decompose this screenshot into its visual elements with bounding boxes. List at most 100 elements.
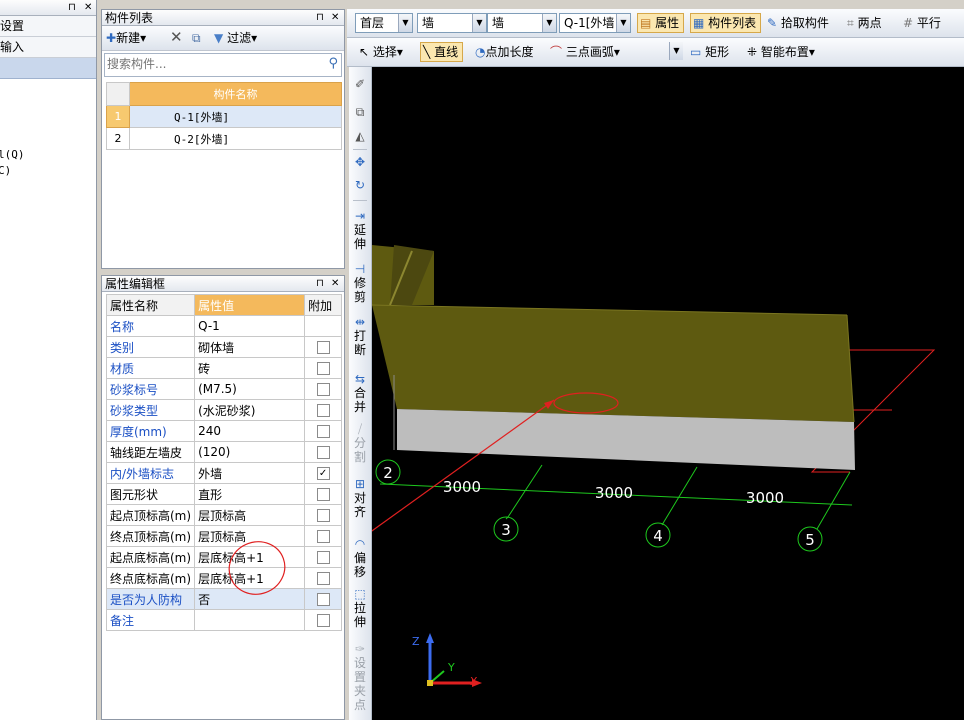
break-button[interactable]: ⇹ 打断 [349,315,371,357]
split-button[interactable]: ⧸ 分割 [349,422,371,464]
checkbox[interactable] [316,551,330,564]
property-value[interactable]: 层顶标高 [194,504,306,526]
parallel-button[interactable]: # 平行 [903,13,941,33]
type1-select[interactable]: 墙 ▼ [417,13,487,33]
table-row[interactable]: 1 Q-1[外墙] [106,105,342,128]
property-row[interactable]: 厚度(mm) 240 [105,420,342,442]
checkbox[interactable] [316,341,330,354]
floor-select[interactable]: 首层 ▼ [355,13,413,33]
component-list-button[interactable]: ▦ 构件列表 [690,13,762,33]
checkbox[interactable]: ✓ [316,467,330,480]
property-row[interactable]: 类别 砌体墙 [105,336,342,358]
property-row[interactable]: 备注 [105,609,342,631]
checkbox[interactable] [316,446,330,459]
checkbox[interactable] [316,614,330,627]
new-component-button[interactable]: ✚新建▾ [106,28,146,48]
property-row[interactable]: 图元形状 直形 [105,483,342,505]
property-value[interactable]: 240 [194,420,306,442]
property-row[interactable]: 名称 Q-1 [105,315,342,337]
property-row[interactable]: 起点底标高(m) 层底标高+1 [105,546,342,568]
close-icon[interactable]: ✕ [331,276,339,292]
property-row[interactable]: 内/外墙标志 外墙 ✓ [105,462,342,484]
property-name: 砂浆类型 [105,399,196,421]
checkbox[interactable] [316,425,330,438]
tree-item-wall[interactable]: l(Q) [0,148,25,161]
extend-button[interactable]: ⇥ 延伸 [349,209,371,251]
rotate-icon[interactable]: ↻ [349,178,371,192]
property-value[interactable]: (水泥砂浆) [194,399,306,421]
line-button[interactable]: ╲ 直线 [420,42,464,62]
pin-icon[interactable]: ⊓ [316,276,324,292]
checkbox[interactable] [316,383,330,396]
property-value[interactable]: (120) [194,441,306,463]
filter-button[interactable]: ▼ 过滤▾ [214,28,257,48]
component-table-header: 构件名称 [106,82,342,106]
mirror-icon[interactable]: ◭ [349,129,371,143]
component-select[interactable]: Q-1[外墙 ▼ [559,13,631,33]
pin-icon[interactable]: ⊓ [68,0,76,16]
col-extra-header: 附加 [304,294,342,316]
left-row-settings[interactable]: 设置 [0,16,96,37]
property-row[interactable]: 轴线距左墙皮 (120) [105,441,342,463]
smart-layout-button[interactable]: ⁜ 智能布置▾ [747,42,815,62]
arc-button[interactable]: ⌒ 三点画弧▾ [550,42,620,62]
type2-select[interactable]: 墙 ▼ [487,13,557,33]
close-icon[interactable]: ✕ [331,10,339,26]
close-icon[interactable]: ✕ [84,0,92,16]
checkbox[interactable] [316,530,330,543]
align-button[interactable]: ⊞ 对齐 [349,477,371,519]
copy-tool-icon[interactable]: ⧉ [349,105,371,119]
pin-icon[interactable]: ⊓ [316,10,324,26]
property-value[interactable]: 砌体墙 [194,336,306,358]
trim-button[interactable]: ⊣ 修剪 [349,262,371,304]
property-editor-title: 属性编辑框 ⊓ ✕ [102,276,344,292]
checkbox[interactable] [316,572,330,585]
property-row[interactable]: 材质砖 [105,357,342,379]
checkbox[interactable] [316,509,330,522]
table-row[interactable]: 2 Q-2[外墙] [106,127,342,150]
left-row-selected[interactable] [0,58,96,79]
merge-button[interactable]: ⇆ 合并 [349,372,371,414]
property-value[interactable]: 外墙 [194,462,306,484]
checkbox[interactable] [316,488,330,501]
tree-item-c[interactable]: C) [0,164,11,177]
search-icon[interactable]: ⚲ [328,56,338,71]
property-row[interactable]: 砂浆类型 (水泥砂浆) [105,399,342,421]
checkbox[interactable] [316,593,330,606]
set-grip-button[interactable]: ✑ 设置夹点 [349,642,371,712]
offset-button[interactable]: ◠ 偏移 [349,537,371,579]
brush-icon[interactable]: ✐ [349,77,371,91]
viewport[interactable]: 2 3 4 5 3000 3000 3000 Z Y X [372,67,964,720]
point-length-button[interactable]: ◔点加长度 [475,42,534,62]
component-search-input[interactable] [107,55,317,73]
property-extra [304,378,342,400]
left-row-input[interactable]: 输入 [0,37,96,58]
property-value[interactable]: Q-1 [194,315,306,337]
property-value[interactable]: 直形 [194,483,306,505]
checkbox[interactable] [316,362,330,375]
property-value[interactable] [194,609,306,631]
two-point-button[interactable]: ⌗ 两点 [847,13,882,33]
property-row[interactable]: 终点顶标高(m) 层顶标高 [105,525,342,547]
delete-icon[interactable]: ✕ [170,27,183,47]
checkbox[interactable] [316,404,330,417]
annotation-overlay [228,541,286,595]
property-value[interactable]: 砖 [194,357,306,379]
property-row[interactable]: 终点底标高(m) 层底标高+1 [105,567,342,589]
property-extra [304,567,342,589]
property-row[interactable]: 起点顶标高(m) 层顶标高 [105,504,342,526]
stretch-button[interactable]: ⬚ 拉伸 [349,587,371,629]
property-row[interactable]: 砂浆标号 (M7.5) [105,378,342,400]
property-value[interactable]: (M7.5) [194,378,306,400]
dimension-text: 3000 [443,478,481,496]
copy-icon[interactable]: ⧉ [192,28,201,48]
pick-component-button[interactable]: ✎ 拾取构件 [767,13,829,33]
property-row[interactable]: 是否为人防构否 [105,588,342,610]
property-name: 厚度(mm) [105,420,196,442]
move-icon[interactable]: ✥ [349,155,371,169]
arc-dropdown[interactable]: ▼ [669,42,683,62]
set-grip-label: 设置夹点 [354,656,367,712]
properties-button[interactable]: ▤ 属性 [637,13,685,33]
rectangle-button[interactable]: ▭ 矩形 [690,42,729,62]
select-button[interactable]: ↖ 选择▾ [359,42,403,62]
